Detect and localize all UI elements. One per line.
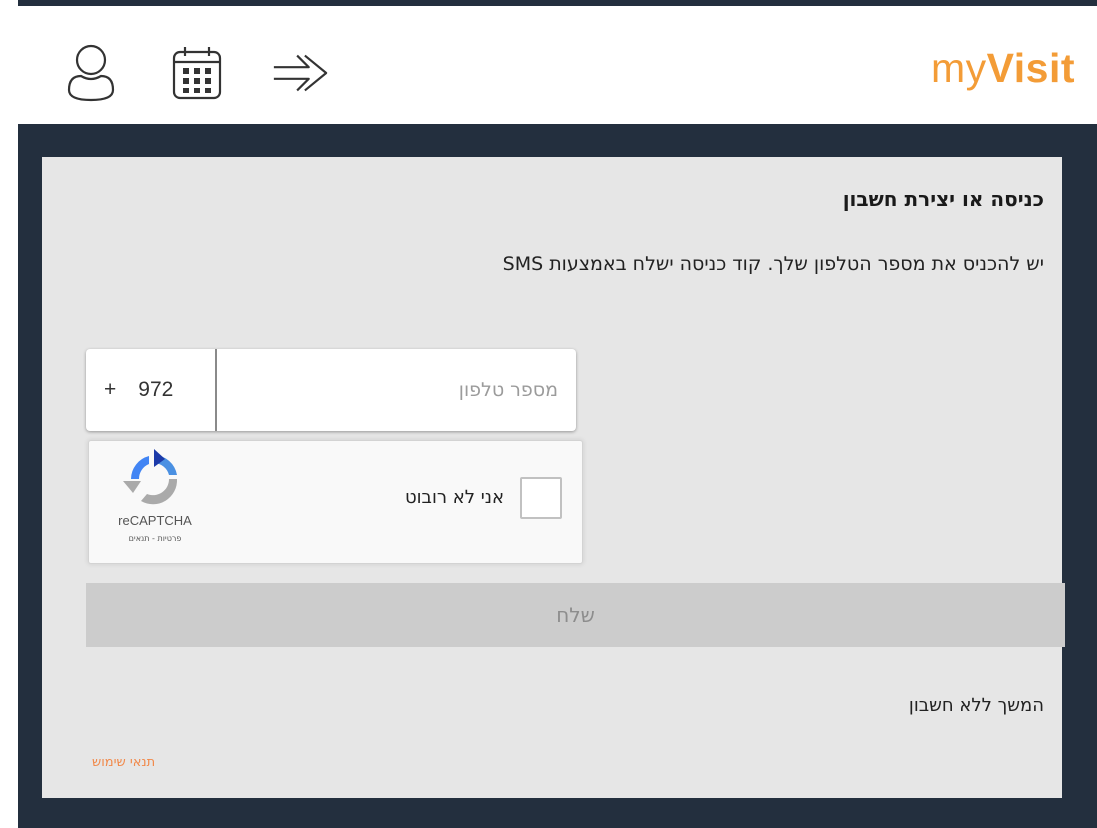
phone-field-group: + 972: [86, 349, 576, 431]
instructions-text: יש להכניס את מספר הטלפון שלך. קוד כניסה …: [502, 253, 1044, 275]
country-code: 972: [138, 378, 174, 401]
arrow-right-icon[interactable]: [270, 42, 332, 104]
calendar-icon[interactable]: [166, 42, 228, 104]
app-header: myVisit: [18, 6, 1097, 124]
recaptcha-logo-icon: [123, 449, 178, 505]
plus-sign: +: [104, 378, 117, 401]
recaptcha-widget: אני לא רובוט reCAPTCHA פרטיות - תנאים: [88, 440, 583, 564]
continue-without-account-link[interactable]: המשך ללא חשבון: [909, 695, 1044, 716]
page-title: כניסה או יצירת חשבון: [842, 187, 1044, 211]
login-card: כניסה או יצירת חשבון יש להכניס את מספר ה…: [42, 157, 1065, 798]
phone-number-input[interactable]: [217, 349, 576, 431]
app-frame: myVisit כניסה או יצירת חשבון יש להכניס א…: [18, 0, 1097, 828]
logo-light-text: my: [931, 45, 987, 91]
send-button[interactable]: שלח: [86, 583, 1065, 647]
country-code-selector[interactable]: + 972: [86, 349, 217, 431]
terms-of-use-link[interactable]: תנאי שימוש: [92, 755, 155, 770]
recaptcha-label: אני לא רובוט: [404, 487, 504, 508]
page-margin: [0, 0, 18, 828]
logo-bold-text: Visit: [986, 45, 1075, 91]
recaptcha-links[interactable]: פרטיות - תנאים: [101, 534, 209, 543]
recaptcha-brand: reCAPTCHA: [118, 513, 192, 528]
recaptcha-checkbox[interactable]: [520, 477, 562, 519]
user-icon[interactable]: [60, 42, 122, 104]
brand-logo: myVisit: [931, 48, 1075, 89]
